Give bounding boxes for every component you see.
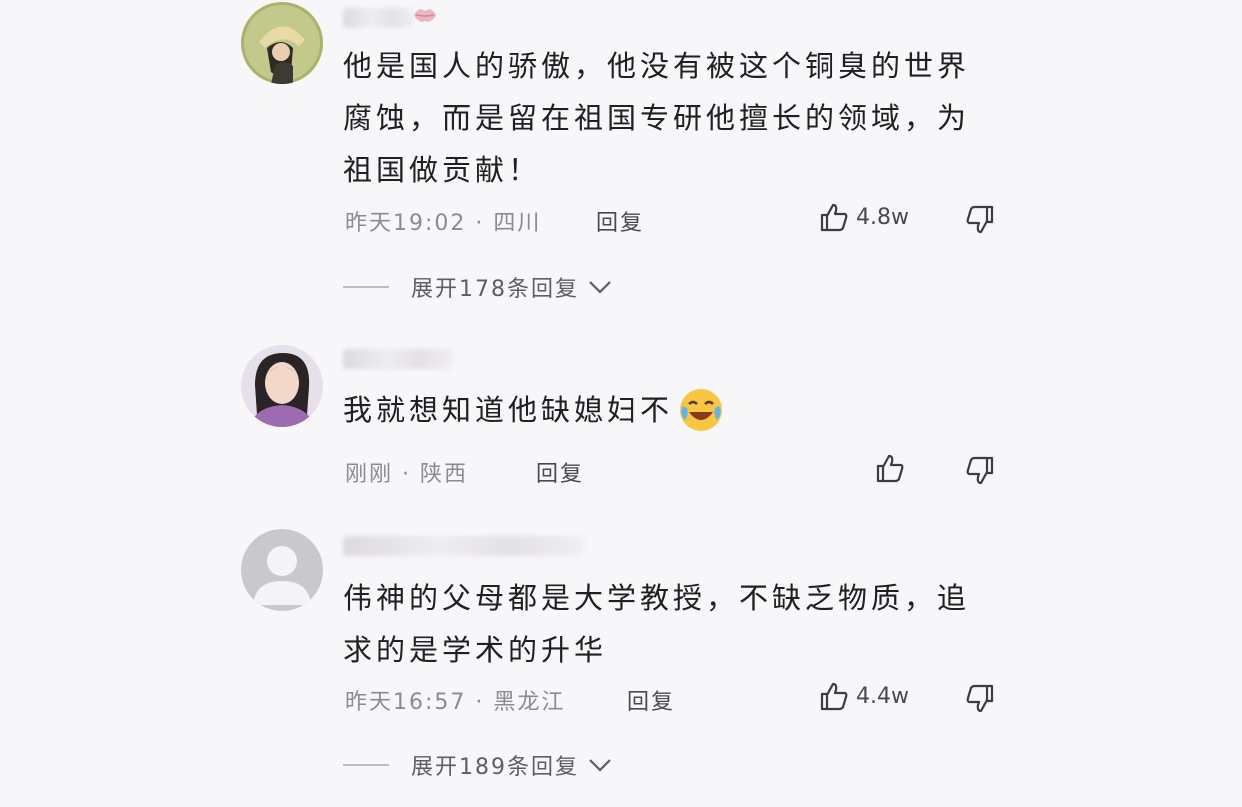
like-count: 4.8w <box>856 204 909 230</box>
avatar[interactable] <box>241 345 323 427</box>
comment-meta: 昨天19:02 · 四川 <box>345 211 542 236</box>
avatar[interactable] <box>241 529 323 611</box>
lips-icon <box>412 4 438 26</box>
expand-replies-label: 展开178条回复 <box>411 277 579 302</box>
divider <box>343 764 389 766</box>
expand-replies-label: 展开189条回复 <box>411 755 579 780</box>
thumbs-up-icon <box>874 452 906 484</box>
expand-replies[interactable]: 展开189条回复 <box>343 749 613 781</box>
reply-button[interactable]: 回复 <box>627 684 675 716</box>
avatar[interactable] <box>241 2 323 84</box>
like-button[interactable] <box>874 452 906 484</box>
like-count: 4.4w <box>856 683 909 709</box>
comment-text: 伟神的父母都是大学教授，不缺乏物质，追求的是学术的升华 <box>343 581 971 667</box>
divider <box>343 286 389 288</box>
thumbs-up-icon <box>818 201 850 233</box>
comment-meta: 刚刚 · 陕西 <box>345 462 468 487</box>
dislike-button[interactable] <box>964 683 996 715</box>
username[interactable] <box>343 8 413 28</box>
comment-text: 他是国人的骄傲，他没有被这个铜臭的世界腐蚀，而是留在祖国专研他擅长的领域，为祖国… <box>343 49 971 187</box>
thumbs-down-icon <box>964 683 996 715</box>
username[interactable] <box>343 349 453 369</box>
thumbs-down-icon <box>964 204 996 236</box>
chevron-down-icon <box>587 757 613 773</box>
like-button[interactable]: 4.8w <box>818 201 909 233</box>
reply-button[interactable]: 回复 <box>536 456 584 488</box>
comment-text: 我就想知道他缺媳妇不 <box>343 384 983 436</box>
laughing-crying-emoji-icon <box>677 386 725 434</box>
like-button[interactable]: 4.4w <box>818 680 909 712</box>
chevron-down-icon <box>587 279 613 295</box>
thumbs-down-icon <box>964 455 996 487</box>
expand-replies[interactable]: 展开178条回复 <box>343 271 613 303</box>
reply-button[interactable]: 回复 <box>596 205 644 237</box>
thumbs-up-icon <box>818 680 850 712</box>
dislike-button[interactable] <box>964 204 996 236</box>
comment-meta: 昨天16:57 · 黑龙江 <box>345 690 566 715</box>
username[interactable] <box>343 536 583 556</box>
dislike-button[interactable] <box>964 455 996 487</box>
